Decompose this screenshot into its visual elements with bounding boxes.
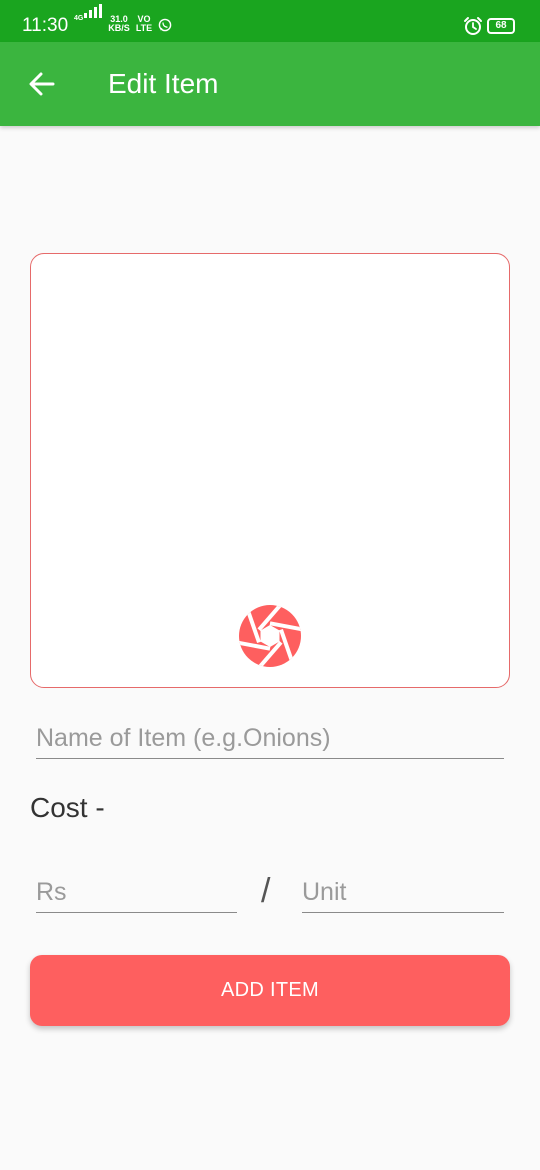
- arrow-left-icon: [29, 72, 55, 96]
- unit-input[interactable]: [302, 876, 504, 908]
- data-speed: 31.0 KB/S: [108, 15, 130, 33]
- back-button[interactable]: [18, 62, 66, 106]
- item-name-field[interactable]: [36, 718, 504, 759]
- camera-shutter-icon[interactable]: [237, 603, 303, 669]
- volte-indicator: VO LTE: [134, 15, 154, 33]
- unit-field[interactable]: [302, 872, 504, 913]
- network-indicator: 4G 31.0 KB/S VO LTE: [74, 4, 184, 37]
- data-speed-unit: KB/S: [108, 23, 130, 33]
- item-name-input[interactable]: [36, 722, 504, 754]
- cost-label: Cost -: [30, 792, 105, 823]
- battery-level: 68: [495, 20, 507, 31]
- status-bar: 11:30 4G 31.0 KB/S VO LTE 68: [0, 0, 540, 42]
- status-time: 11:30: [22, 15, 69, 36]
- item-image-picker[interactable]: [30, 253, 510, 688]
- add-item-button[interactable]: ADD ITEM: [30, 955, 510, 1026]
- page-title: Edit Item: [108, 68, 219, 99]
- volte-bottom: LTE: [135, 23, 153, 33]
- alarm-icon: [464, 17, 482, 35]
- price-unit-separator: /: [261, 872, 271, 910]
- price-field[interactable]: [36, 872, 237, 913]
- price-input[interactable]: [36, 876, 237, 908]
- app-bar: Edit Item: [0, 42, 540, 126]
- whatsapp-icon: [158, 18, 172, 32]
- network-type: 4G: [74, 15, 84, 22]
- battery-icon: 68: [487, 18, 515, 34]
